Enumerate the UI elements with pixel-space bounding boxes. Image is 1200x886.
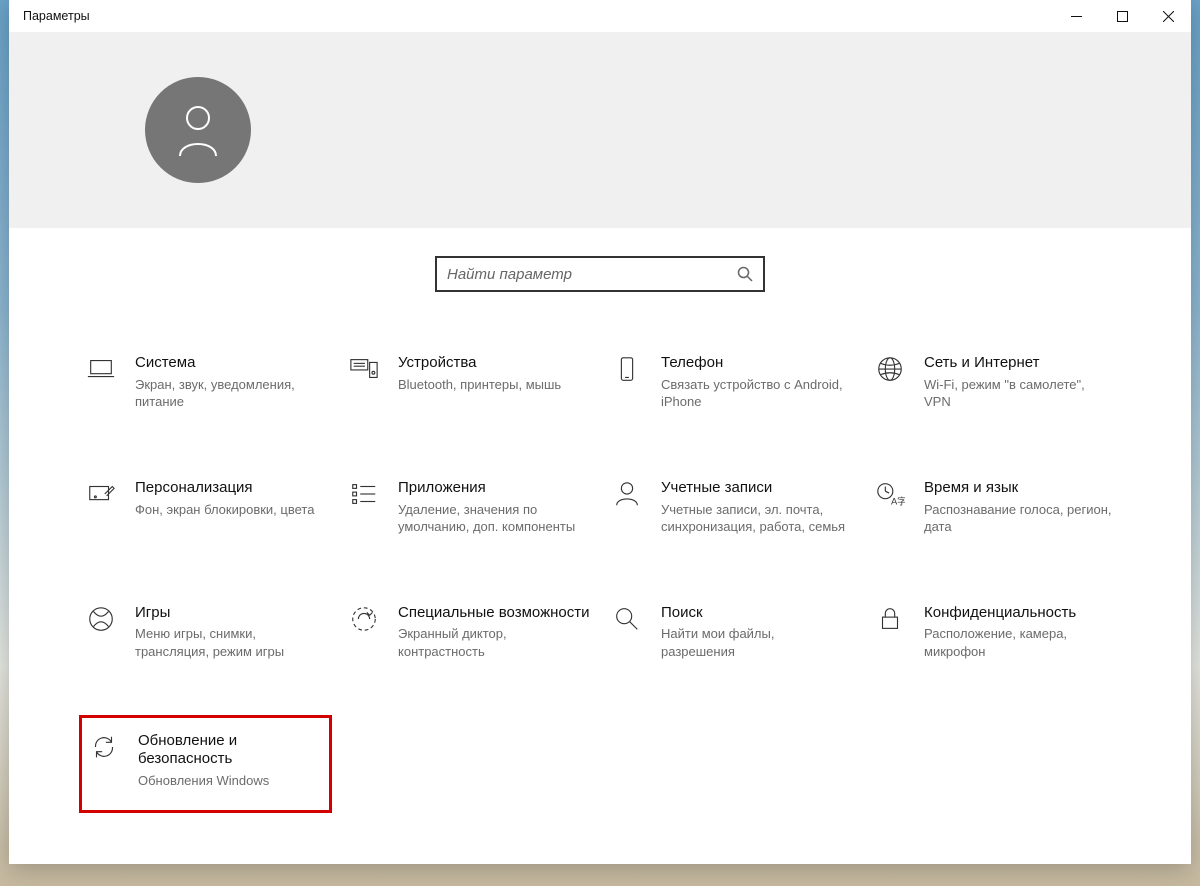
tile-system[interactable]: Система Экран, звук, уведомления, питани…	[79, 348, 332, 417]
window-controls	[1053, 0, 1191, 32]
tile-accessibility[interactable]: Специальные возможности Экранный диктор,…	[342, 598, 595, 667]
tile-title: Телефон	[661, 354, 851, 373]
close-icon	[1163, 11, 1174, 22]
globe-icon	[872, 354, 908, 390]
tile-title: Сеть и Интернет	[924, 354, 1114, 373]
settings-window: Параметры	[9, 0, 1191, 864]
lock-icon	[872, 604, 908, 640]
tile-desc: Учетные записи, эл. почта, синхронизация…	[661, 501, 851, 536]
tile-desc: Меню игры, снимки, трансляция, режим игр…	[135, 625, 325, 660]
tile-desc: Обновления Windows	[138, 772, 325, 790]
tile-desc: Найти мои файлы, разрешения	[661, 625, 851, 660]
tile-network[interactable]: Сеть и Интернет Wi-Fi, режим "в самолете…	[868, 348, 1121, 417]
tile-desc: Wi-Fi, режим "в самолете", VPN	[924, 376, 1114, 411]
tile-search[interactable]: Поиск Найти мои файлы, разрешения	[605, 598, 858, 667]
account-header	[9, 32, 1191, 228]
user-avatar[interactable]	[145, 77, 251, 183]
magnifier-icon	[609, 604, 645, 640]
search-input[interactable]	[447, 266, 727, 283]
accessibility-icon	[346, 604, 382, 640]
search-box[interactable]	[435, 256, 765, 292]
tile-desc: Расположение, камера, микрофон	[924, 625, 1114, 660]
tile-desc: Экран, звук, уведомления, питание	[135, 376, 325, 411]
tile-title: Время и язык	[924, 479, 1114, 498]
window-title: Параметры	[23, 9, 90, 23]
sync-icon	[86, 732, 122, 768]
tile-title: Устройства	[398, 354, 561, 373]
svg-text:A字: A字	[891, 495, 905, 506]
list-icon	[346, 479, 382, 515]
tile-gaming[interactable]: Игры Меню игры, снимки, трансляция, режи…	[79, 598, 332, 667]
maximize-button[interactable]	[1099, 0, 1145, 32]
tile-desc: Удаление, значения по умолчанию, доп. ко…	[398, 501, 588, 536]
tile-desc: Распознавание голоса, регион, дата	[924, 501, 1114, 536]
tile-title: Поиск	[661, 604, 851, 623]
phone-icon	[609, 354, 645, 390]
tile-update-security[interactable]: Обновление и безопасность Обновления Win…	[79, 715, 332, 813]
settings-grid: Система Экран, звук, уведомления, питани…	[79, 348, 1121, 813]
keyboard-speaker-icon	[346, 354, 382, 390]
tile-personalization[interactable]: Персонализация Фон, экран блокировки, цв…	[79, 473, 332, 542]
tile-title: Система	[135, 354, 325, 373]
time-language-icon: A字	[872, 479, 908, 515]
maximize-icon	[1117, 11, 1128, 22]
person-icon	[609, 479, 645, 515]
titlebar: Параметры	[9, 0, 1191, 32]
tile-title: Обновление и безопасность	[138, 732, 325, 770]
tile-title: Конфиденциальность	[924, 604, 1114, 623]
laptop-icon	[83, 354, 119, 390]
user-icon	[174, 102, 222, 158]
tile-title: Учетные записи	[661, 479, 851, 498]
tile-privacy[interactable]: Конфиденциальность Расположение, камера,…	[868, 598, 1121, 667]
tile-time-language[interactable]: A字 Время и язык Распознавание голоса, ре…	[868, 473, 1121, 542]
tile-title: Специальные возможности	[398, 604, 590, 623]
tile-phone[interactable]: Телефон Связать устройство с Android, iP…	[605, 348, 858, 417]
tile-title: Игры	[135, 604, 325, 623]
minimize-button[interactable]	[1053, 0, 1099, 32]
tile-devices[interactable]: Устройства Bluetooth, принтеры, мышь	[342, 348, 595, 417]
tile-apps[interactable]: Приложения Удаление, значения по умолчан…	[342, 473, 595, 542]
minimize-icon	[1071, 11, 1082, 22]
tile-accounts[interactable]: Учетные записи Учетные записи, эл. почта…	[605, 473, 858, 542]
search-container	[79, 256, 1121, 292]
tile-desc: Экранный диктор, контрастность	[398, 625, 588, 660]
tile-desc: Фон, экран блокировки, цвета	[135, 501, 314, 519]
tile-title: Персонализация	[135, 479, 314, 498]
tile-desc: Bluetooth, принтеры, мышь	[398, 376, 561, 394]
xbox-icon	[83, 604, 119, 640]
settings-content: Система Экран, звук, уведомления, питани…	[9, 228, 1191, 864]
tile-desc: Связать устройство с Android, iPhone	[661, 376, 851, 411]
tile-title: Приложения	[398, 479, 588, 498]
paint-icon	[83, 479, 119, 515]
search-icon	[737, 266, 753, 282]
close-button[interactable]	[1145, 0, 1191, 32]
